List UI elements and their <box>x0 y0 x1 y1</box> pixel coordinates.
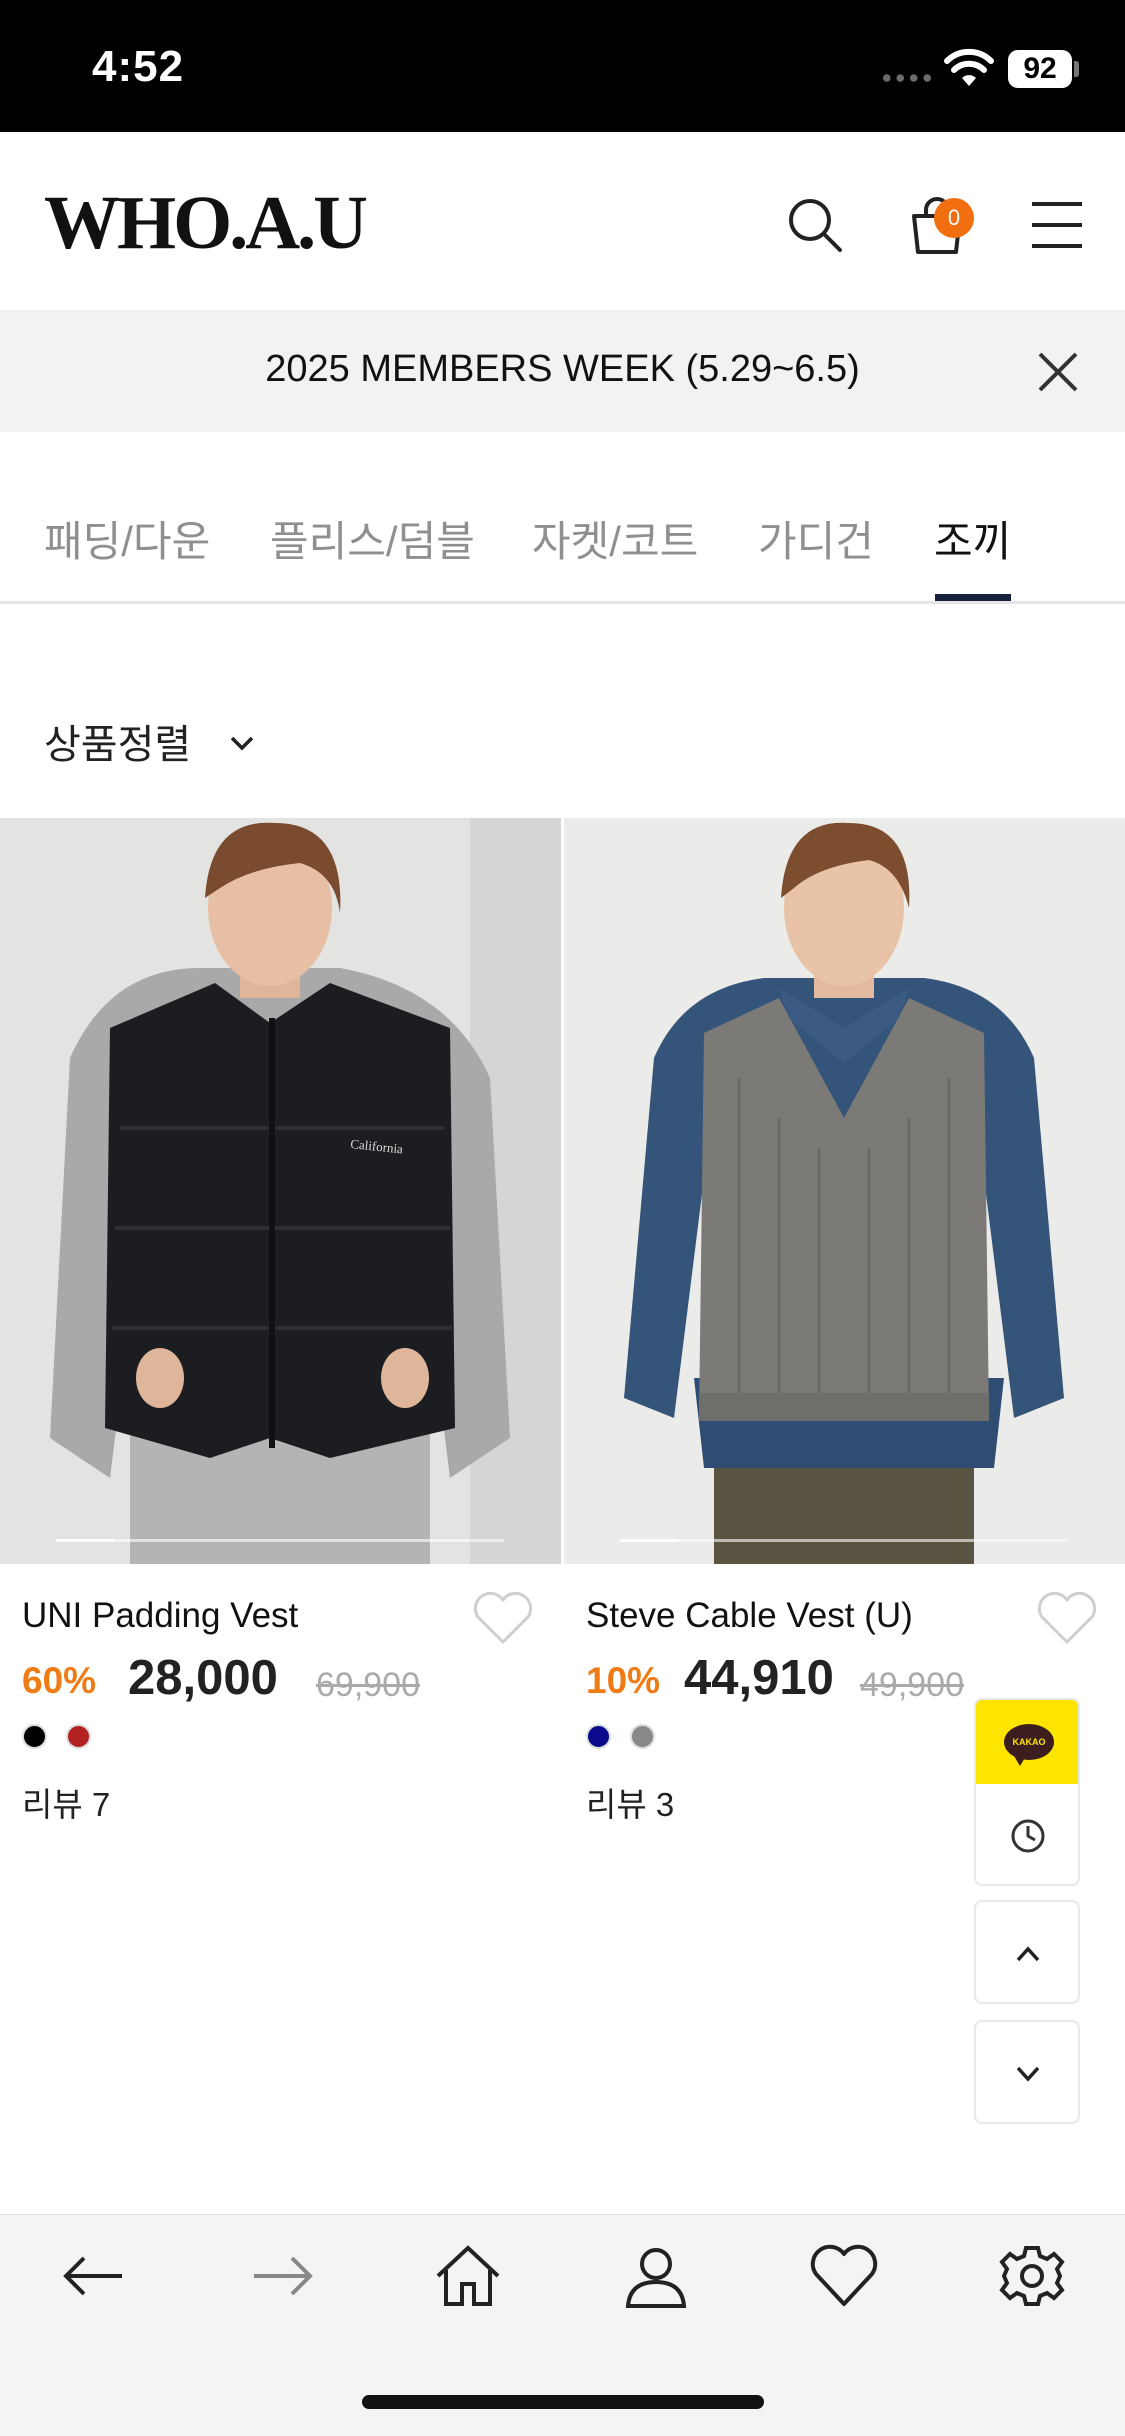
kakao-icon: KAKAO <box>1004 1724 1054 1760</box>
color-swatch <box>66 1724 91 1749</box>
search-icon[interactable] <box>782 192 848 258</box>
cart-count-badge: 0 <box>934 198 974 238</box>
wifi-icon <box>944 48 994 86</box>
home-indicator <box>362 2395 764 2409</box>
kakao-bubble-tail <box>1014 1756 1026 1766</box>
discount-rate: 10% <box>586 1660 661 1701</box>
battery-icon: 92 <box>1008 50 1072 88</box>
scroll-top-button[interactable] <box>974 1900 1080 2004</box>
image-slider-thumb <box>56 1539 115 1542</box>
color-swatch <box>630 1724 655 1749</box>
product-card[interactable]: California UNI Padding Vest 60% 28,000 6… <box>0 818 561 1823</box>
wishlist-heart-icon[interactable] <box>808 2240 880 2312</box>
promo-banner[interactable]: 2025 MEMBERS WEEK (5.29~6.5) <box>0 310 1125 432</box>
brand-logo[interactable]: WHO.A.U <box>44 180 368 267</box>
discount-rate: 60% <box>22 1660 97 1701</box>
chevron-up-icon <box>1016 1946 1040 1962</box>
product-card[interactable]: Steve Cable Vest (U) 10% 44,910 49,900 리… <box>564 818 1125 1823</box>
floating-quick-menu: KAKAO <box>974 1698 1080 1886</box>
kakao-chat-button[interactable]: KAKAO <box>976 1700 1078 1784</box>
signal-icon <box>880 74 934 82</box>
sort-dropdown[interactable]: 상품정렬 <box>44 712 191 770</box>
product-image[interactable]: California <box>0 818 561 1564</box>
product-name[interactable]: UNI Padding Vest <box>22 1596 298 1636</box>
clock-icon[interactable] <box>1004 1812 1052 1860</box>
product-name[interactable]: Steve Cable Vest (U) <box>586 1596 913 1636</box>
color-swatch <box>22 1724 47 1749</box>
heart-icon[interactable] <box>472 1590 534 1646</box>
back-arrow-icon[interactable] <box>58 2240 130 2312</box>
tab-vest[interactable]: 조끼 <box>934 508 1011 569</box>
tab-jacket-coat[interactable]: 자켓/코트 <box>532 508 698 569</box>
review-count: 리뷰 7 <box>22 1786 111 1823</box>
original-price: 69,900 <box>316 1666 420 1704</box>
product-photo-padding-vest: California <box>0 818 561 1564</box>
category-tabs: 패딩/다운 플리스/덤블 자켓/코트 가디건 조끼 <box>0 432 1125 604</box>
original-price: 49,900 <box>860 1666 964 1704</box>
user-icon[interactable] <box>620 2240 692 2312</box>
review-count: 리뷰 3 <box>586 1786 675 1823</box>
home-icon[interactable] <box>432 2240 504 2312</box>
sale-price: 44,910 <box>684 1651 834 1705</box>
image-slider-track <box>620 1539 1068 1542</box>
menu-icon[interactable] <box>1024 192 1090 258</box>
active-tab-indicator <box>935 594 1011 601</box>
scroll-bottom-button[interactable] <box>974 2020 1080 2124</box>
sale-price: 28,000 <box>128 1651 278 1705</box>
forward-arrow-icon[interactable] <box>246 2240 318 2312</box>
tab-fleece[interactable]: 플리스/덤블 <box>270 508 475 569</box>
tab-padding-down[interactable]: 패딩/다운 <box>44 508 210 569</box>
chevron-down-icon <box>1016 2066 1040 2082</box>
status-time: 4:52 <box>92 42 185 91</box>
product-photo-cable-vest <box>564 818 1125 1564</box>
product-image[interactable] <box>564 818 1125 1564</box>
close-icon[interactable] <box>1034 348 1082 396</box>
status-bar: 4:52 92 <box>0 0 1125 132</box>
battery-nub <box>1074 61 1079 77</box>
tab-cardigan[interactable]: 가디건 <box>758 508 874 569</box>
app-header: WHO.A.U 0 <box>0 132 1125 310</box>
chevron-down-icon[interactable] <box>224 725 260 761</box>
banner-text: 2025 MEMBERS WEEK (5.29~6.5) <box>265 348 860 390</box>
gear-icon[interactable] <box>996 2240 1068 2312</box>
image-slider-thumb <box>620 1539 679 1542</box>
image-slider-track <box>56 1539 504 1542</box>
heart-icon[interactable] <box>1036 1590 1098 1646</box>
color-swatch <box>586 1724 611 1749</box>
